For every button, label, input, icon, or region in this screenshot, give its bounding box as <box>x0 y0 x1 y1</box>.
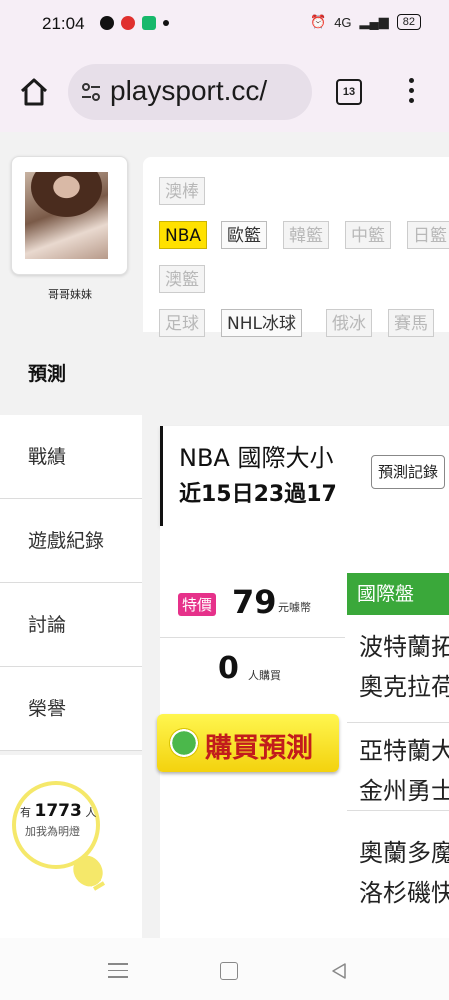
nav-item-discussion[interactable]: 討論 <box>0 583 142 667</box>
team-away: 金州勇士 <box>359 777 449 805</box>
nav-item-record[interactable]: 戰績 <box>0 415 142 499</box>
profile-card[interactable] <box>11 156 128 275</box>
team-away: 洛杉磯快艇 <box>359 879 449 907</box>
more-notifications-dot <box>163 20 169 26</box>
category-panel: 澳棒 NBA 歐籃 韓籃 中籃 日籃 澳籃 足球 NHL冰球 俄冰 賽馬 <box>143 157 449 337</box>
tag-aus-basketball[interactable]: 澳籃 <box>159 265 205 293</box>
game-title: NBA 國際大小 <box>179 444 334 472</box>
coin-icon <box>169 728 199 758</box>
tag-soccer[interactable]: 足球 <box>159 309 205 337</box>
alarm-icon: ⏰ <box>310 14 327 29</box>
site-settings-icon[interactable] <box>80 81 102 103</box>
fan-count: 1773 <box>34 801 82 821</box>
market-header: 國際盤 <box>347 573 449 615</box>
url-bar[interactable]: playsport.cc/ <box>68 64 312 120</box>
buy-prediction-label[interactable]: 購買預測 <box>205 726 313 765</box>
tag-horse-racing[interactable]: 賽馬 <box>388 309 434 337</box>
status-bar: 21:04 ⏰ 4G ▂▄▆ 82 <box>0 0 449 52</box>
team-away: 奧克拉荷馬雷霆 <box>359 673 449 701</box>
side-nav: 戰績 遊戲紀錄 討論 榮譽 <box>0 415 142 751</box>
buyer-count: 0 <box>218 651 239 686</box>
url-text[interactable]: playsport.cc/ <box>110 75 267 107</box>
home-nav-icon[interactable] <box>220 962 238 980</box>
system-icons: ⏰ 4G ▂▄▆ 82 <box>310 14 421 30</box>
web-page: 哥哥妹妹 預測 戰績 遊戲紀錄 討論 榮譽 有 1773 人 加我為明燈 澳棒 … <box>0 132 449 938</box>
signal-icon: ▂▄▆ <box>359 14 389 29</box>
back-icon[interactable] <box>330 962 348 980</box>
tag-euro-basketball[interactable]: 歐籃 <box>221 221 267 249</box>
clock: 21:04 <box>42 14 85 33</box>
divider <box>160 637 345 638</box>
team-home: 波特蘭拓荒者 <box>359 633 449 661</box>
tag-nhl[interactable]: NHL冰球 <box>221 309 302 337</box>
match-row[interactable]: 奧蘭多魔術 洛杉磯快艇 <box>347 811 449 931</box>
tag-aus-baseball[interactable]: 澳棒 <box>159 177 205 205</box>
avatar[interactable] <box>25 172 108 259</box>
nav-item-predict[interactable]: 預測 <box>28 359 66 386</box>
green-app-icon <box>142 16 156 30</box>
buy-prediction-button[interactable]: 購買預測 <box>157 714 339 772</box>
nav-item-honor[interactable]: 榮譽 <box>0 667 142 751</box>
price-value: 79 <box>232 583 277 621</box>
nav-item-active[interactable] <box>0 327 145 415</box>
lightbulb-icon[interactable] <box>68 851 108 895</box>
nav-item-game-log[interactable]: 遊戲紀錄 <box>0 499 142 583</box>
username[interactable]: 哥哥妹妹 <box>0 286 140 302</box>
notification-icons <box>100 16 169 30</box>
system-nav-bar <box>0 938 449 1000</box>
team-home: 奧蘭多魔術 <box>359 839 449 867</box>
match-row[interactable]: 波特蘭拓荒者 奧克拉荷馬雷霆 <box>347 615 449 723</box>
tab-switcher-button[interactable]: 13 <box>336 79 362 105</box>
tag-nba[interactable]: NBA <box>159 221 208 249</box>
buyer-unit: 人購買 <box>248 669 281 682</box>
prediction-header: NBA 國際大小 預測記錄 近15日23過17 <box>160 426 449 526</box>
tag-cn-basketball[interactable]: 中籃 <box>345 221 391 249</box>
fan-count-text: 有 1773 人 <box>20 801 97 821</box>
price-unit: 元噱幣 <box>278 601 311 614</box>
price-column: 特價 79 元噱幣 0 人購買 <box>160 573 345 723</box>
chat-icon <box>100 16 114 30</box>
tag-russian-hockey[interactable]: 俄冰 <box>326 309 372 337</box>
app-notification-icon <box>121 16 135 30</box>
overflow-menu-icon[interactable] <box>404 78 418 106</box>
tag-kor-basketball[interactable]: 韓籃 <box>283 221 329 249</box>
sale-badge: 特價 <box>178 593 217 616</box>
match-row[interactable]: 亞特蘭大老鷹 金州勇士 <box>347 723 449 811</box>
team-home: 亞特蘭大老鷹 <box>359 737 449 765</box>
tag-jp-basketball[interactable]: 日籃 <box>407 221 449 249</box>
follow-note[interactable]: 加我為明燈 <box>25 823 80 839</box>
follower-panel: 有 1773 人 加我為明燈 <box>0 755 142 938</box>
prediction-record-button[interactable]: 預測記錄 <box>371 455 446 489</box>
network-label: 4G <box>334 14 352 30</box>
home-icon[interactable] <box>18 76 50 108</box>
prediction-content: 特價 79 元噱幣 0 人購買 購買預測 國際盤 波特蘭拓荒者 奧克拉荷馬雷霆 … <box>157 526 449 938</box>
browser-toolbar: playsport.cc/ 13 <box>0 52 449 132</box>
recent-apps-icon[interactable] <box>108 963 128 983</box>
recent-summary: 近15日23過17 <box>179 482 337 507</box>
battery-icon: 82 <box>396 14 421 30</box>
